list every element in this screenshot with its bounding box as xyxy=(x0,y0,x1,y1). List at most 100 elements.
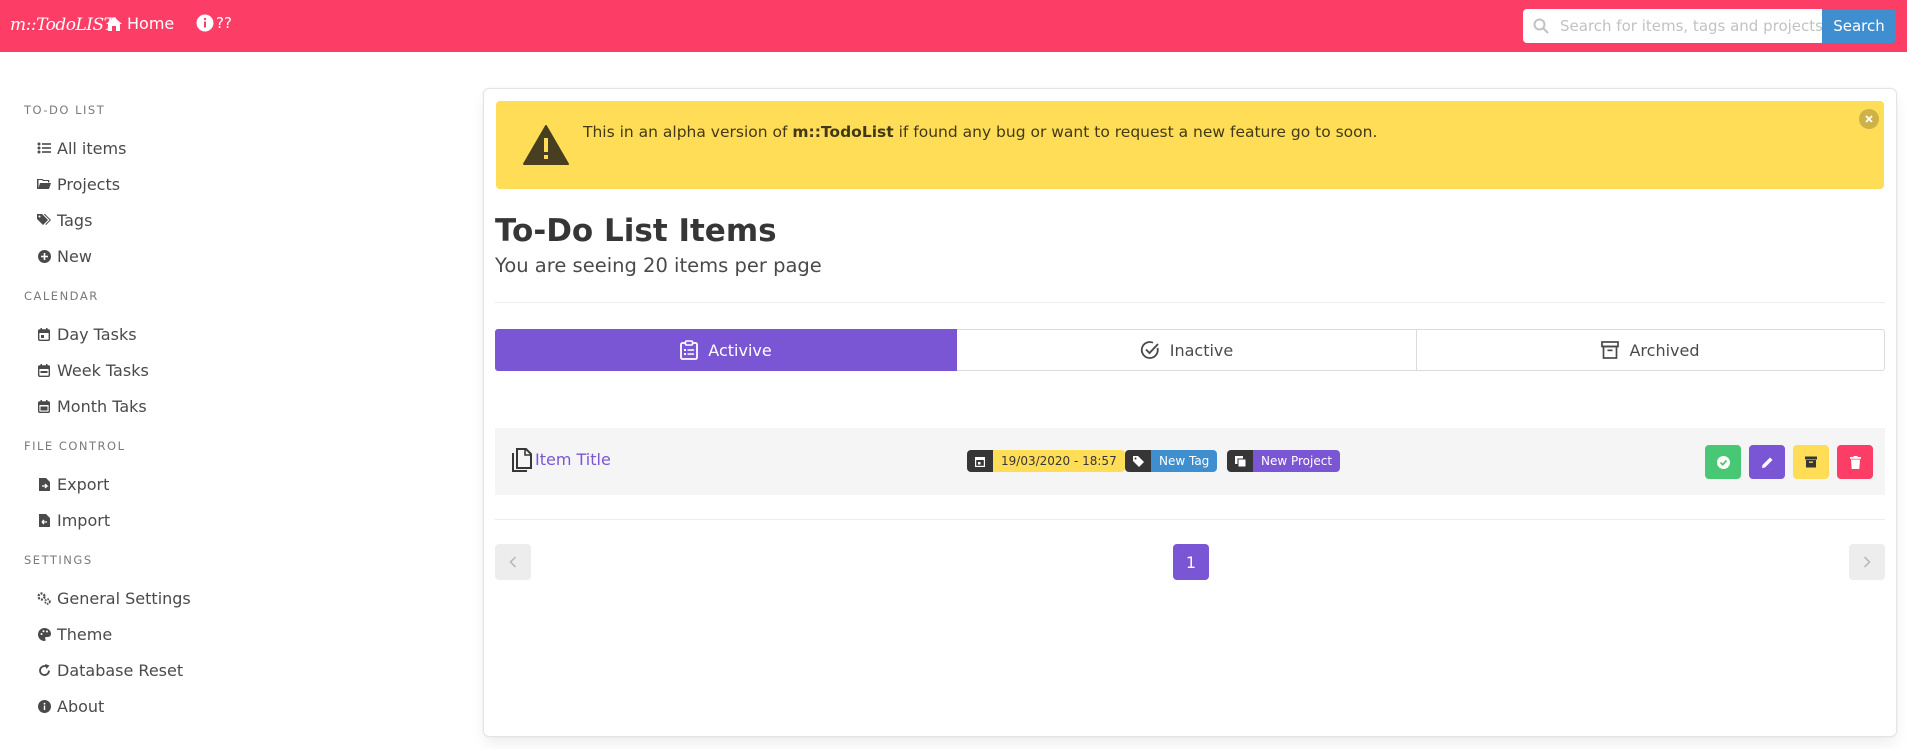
sidebar-item-label: Month Taks xyxy=(57,396,147,416)
sidebar-item-general-settings[interactable]: General Settings xyxy=(37,586,191,610)
calendar-week-icon xyxy=(37,363,51,377)
notice-suffix: if found any bug or want to request a ne… xyxy=(893,123,1378,141)
sidebar-item-label: Week Tasks xyxy=(57,360,149,380)
check-circle-icon xyxy=(1140,341,1159,359)
file-import-icon xyxy=(37,513,51,527)
search-input[interactable] xyxy=(1523,9,1822,43)
pagination-page-button[interactable]: 1 xyxy=(1173,544,1209,580)
archive-button[interactable] xyxy=(1793,445,1829,479)
nav-info-link[interactable]: ?? xyxy=(196,14,232,32)
check-circle-icon xyxy=(1716,455,1730,469)
sidebar-item-label: Export xyxy=(57,474,110,494)
mark-done-button[interactable] xyxy=(1705,445,1741,479)
sidebar-item-import[interactable]: Import xyxy=(37,508,110,532)
calendar-icon xyxy=(37,399,51,413)
main-card: This in an alpha version of m::TodoList … xyxy=(483,88,1897,737)
sidebar-item-tags[interactable]: Tags xyxy=(37,208,92,232)
sidebar-label-todo: TO-DO LIST xyxy=(24,103,106,117)
sidebar-item-week-tasks[interactable]: Week Tasks xyxy=(37,358,149,382)
calendar-icon xyxy=(975,456,985,467)
item-tag-value: New Tag xyxy=(1151,450,1218,472)
nav-info-label: ?? xyxy=(216,14,232,32)
trash-icon xyxy=(1849,455,1861,469)
tab-inactive[interactable]: Inactive xyxy=(957,329,1417,371)
divider xyxy=(495,302,1885,303)
sidebar-label-file-control: FILE CONTROL xyxy=(24,439,126,453)
sidebar-item-label: Theme xyxy=(57,624,113,644)
clipboard-list-icon xyxy=(680,340,699,360)
tab-active[interactable]: Activive xyxy=(495,329,957,371)
redo-icon xyxy=(37,663,51,677)
sidebar-item-theme[interactable]: Theme xyxy=(37,622,112,646)
sidebar-item-all-items[interactable]: All items xyxy=(37,136,126,160)
sidebar-item-label: Import xyxy=(57,510,111,530)
sidebar-item-label: About xyxy=(57,696,105,716)
item-date-tag: 19/03/2020 - 18:57 xyxy=(967,450,1125,472)
warning-icon xyxy=(523,125,569,165)
top-navbar: m::TodoLIST Home ?? Search xyxy=(0,0,1907,52)
plus-circle-icon xyxy=(37,249,51,263)
tab-archived[interactable]: Archived xyxy=(1417,329,1885,371)
pagination-previous-button[interactable] xyxy=(495,544,531,580)
page-title: To-Do List Items xyxy=(495,213,777,249)
project-icon xyxy=(1234,455,1246,467)
item-date-value: 19/03/2020 - 18:57 xyxy=(993,450,1125,472)
info-circle-icon xyxy=(37,699,51,713)
sidebar-item-export[interactable]: Export xyxy=(37,472,109,496)
item-project-tag[interactable]: New Project xyxy=(1227,450,1341,472)
nav-home-label: Home xyxy=(127,14,175,33)
close-icon xyxy=(1865,115,1873,123)
sidebar-item-day-tasks[interactable]: Day Tasks xyxy=(37,322,137,346)
tab-label: Inactive xyxy=(1169,340,1234,360)
item-tag[interactable]: New Tag xyxy=(1125,450,1218,472)
page-subtitle: You are seeing 20 items per page xyxy=(495,254,822,277)
sidebar-label-calendar: CALENDAR xyxy=(24,289,99,303)
brand-logo[interactable]: m::TodoLIST xyxy=(10,15,115,35)
item-project-value: New Project xyxy=(1253,450,1341,472)
sidebar-item-database-reset[interactable]: Database Reset xyxy=(37,658,183,682)
search-icon xyxy=(1533,18,1549,34)
edit-button[interactable] xyxy=(1749,445,1785,479)
notice-prefix: This in an alpha version of xyxy=(583,123,793,141)
notice-close-button[interactable] xyxy=(1859,109,1879,129)
info-circle-icon xyxy=(196,14,214,32)
notice-app-name: m::TodoList xyxy=(792,123,894,141)
sidebar-item-new[interactable]: New xyxy=(37,244,92,268)
sidebar-item-label: Database Reset xyxy=(57,660,184,680)
tag-icon xyxy=(1132,455,1144,467)
archive-icon xyxy=(1805,456,1817,468)
tab-label: Activive xyxy=(708,340,772,360)
sidebar-label-settings: SETTINGS xyxy=(24,553,93,567)
todo-item-row: Item Title 19/03/2020 - 18:57 New Tag Ne… xyxy=(495,428,1885,495)
sidebar-item-label: New xyxy=(57,246,92,266)
sidebar-item-label: Projects xyxy=(57,174,121,194)
sidebar-item-label: General Settings xyxy=(57,588,191,608)
file-export-icon xyxy=(37,477,51,491)
notice-text: This in an alpha version of m::TodoList … xyxy=(583,123,1377,141)
home-icon xyxy=(106,16,122,31)
search-button[interactable]: Search xyxy=(1822,9,1896,43)
status-tabs: Activive Inactive Archived xyxy=(495,329,1885,371)
cogs-icon xyxy=(37,591,51,605)
sidebar-item-label: All items xyxy=(57,138,127,158)
list-icon xyxy=(37,141,51,155)
search-box xyxy=(1523,9,1822,43)
palette-icon xyxy=(37,627,51,641)
pagination-next-button[interactable] xyxy=(1849,544,1885,580)
sidebar-item-about[interactable]: About xyxy=(37,694,104,718)
item-title-link[interactable]: Item Title xyxy=(535,450,611,469)
sidebar-item-projects[interactable]: Projects xyxy=(37,172,120,196)
calendar-day-icon xyxy=(37,327,51,341)
folder-icon xyxy=(37,177,51,191)
archive-icon xyxy=(1601,341,1620,359)
nav-home-link[interactable]: Home xyxy=(105,14,174,33)
divider xyxy=(495,519,1885,520)
tags-icon xyxy=(37,213,51,227)
chevron-left-icon xyxy=(509,556,517,568)
tab-label: Archived xyxy=(1629,340,1700,360)
delete-button[interactable] xyxy=(1837,445,1873,479)
sidebar-item-month-tasks[interactable]: Month Taks xyxy=(37,394,147,418)
file-icon xyxy=(512,448,532,472)
alpha-notice: This in an alpha version of m::TodoList … xyxy=(496,101,1884,189)
pencil-icon xyxy=(1761,457,1772,468)
